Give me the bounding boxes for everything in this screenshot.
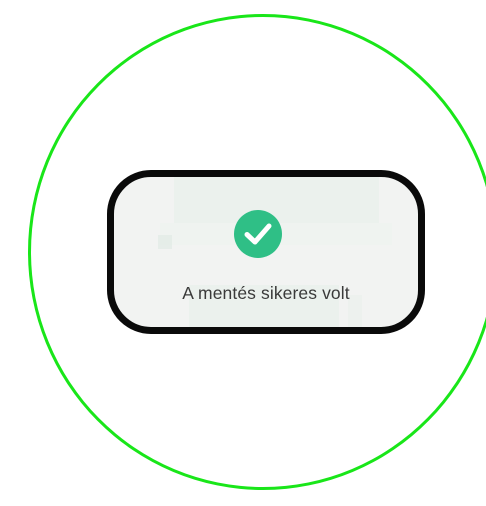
success-toast: A mentés sikeres volt xyxy=(107,170,425,334)
toast-message: A mentés sikeres volt xyxy=(182,283,350,303)
checkmark-icon xyxy=(234,210,282,258)
